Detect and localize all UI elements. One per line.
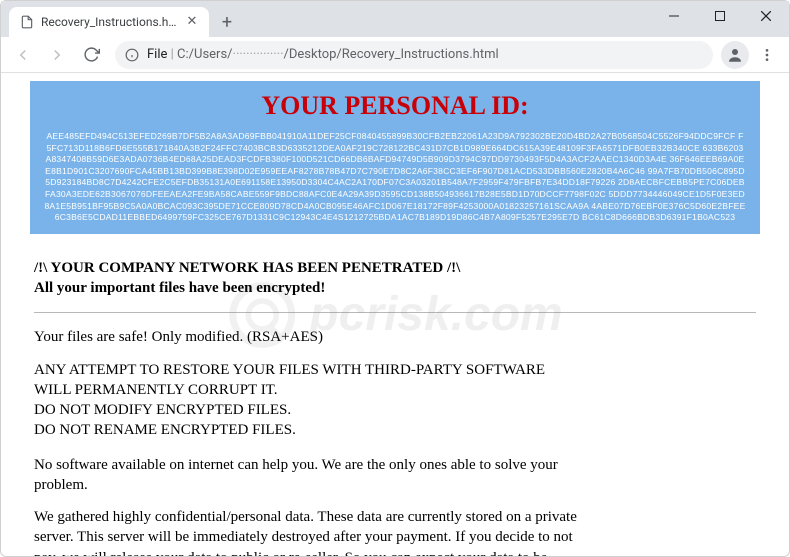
url-text: File | C:/Users/···············/Desktop/… <box>147 47 499 62</box>
menu-button[interactable] <box>751 39 783 71</box>
site-info-icon[interactable] <box>125 48 139 62</box>
forward-button[interactable] <box>41 39 73 71</box>
banner-title: YOUR PERSONAL ID: <box>44 91 746 121</box>
browser-tab[interactable]: Recovery_Instructions.html ✕ <box>9 7 209 37</box>
line-warn1: ANY ATTEMPT TO RESTORE YOUR FILES WITH T… <box>34 360 756 380</box>
personal-id-banner: YOUR PERSONAL ID: AEE485EFD494C513EFED26… <box>30 81 760 234</box>
minimize-button[interactable] <box>651 1 697 31</box>
line-warn4: DO NOT RENAME ENCRYPTED FILES. <box>34 420 756 440</box>
headline-encrypted: All your important files have been encry… <box>34 278 756 298</box>
line-nohelp: No software available on internet can he… <box>34 455 594 496</box>
window-controls <box>651 1 789 31</box>
browser-toolbar: File | C:/Users/···············/Desktop/… <box>1 37 789 73</box>
file-icon <box>19 14 35 30</box>
browser-titlebar: Recovery_Instructions.html ✕ + <box>1 1 789 37</box>
line-warn3: DO NOT MODIFY ENCRYPTED FILES. <box>34 400 756 420</box>
personal-id-value: AEE485EFD494C513EFED269B7DF5B2A8A3AD69FB… <box>44 131 746 224</box>
line-gathered: We gathered highly confidential/personal… <box>34 507 594 556</box>
address-bar[interactable]: File | C:/Users/···············/Desktop/… <box>115 41 713 69</box>
back-button[interactable] <box>7 39 39 71</box>
tab-title: Recovery_Instructions.html <box>41 15 179 29</box>
headline-penetrated: /!\ YOUR COMPANY NETWORK HAS BEEN PENETR… <box>34 258 756 278</box>
new-tab-button[interactable]: + <box>213 8 241 36</box>
reload-button[interactable] <box>75 39 107 71</box>
ransom-note-body: /!\ YOUR COMPANY NETWORK HAS BEEN PENETR… <box>30 234 760 556</box>
line-safe: Your files are safe! Only modified. (RSA… <box>34 327 594 347</box>
page-viewport: YOUR PERSONAL ID: AEE485EFD494C513EFED26… <box>1 73 789 556</box>
divider <box>34 312 756 313</box>
close-tab-icon[interactable]: ✕ <box>185 15 199 29</box>
profile-avatar[interactable] <box>721 41 749 69</box>
maximize-button[interactable] <box>697 1 743 31</box>
line-warn2: WILL PERMANENTLY CORRUPT IT. <box>34 380 756 400</box>
close-window-button[interactable] <box>743 1 789 31</box>
